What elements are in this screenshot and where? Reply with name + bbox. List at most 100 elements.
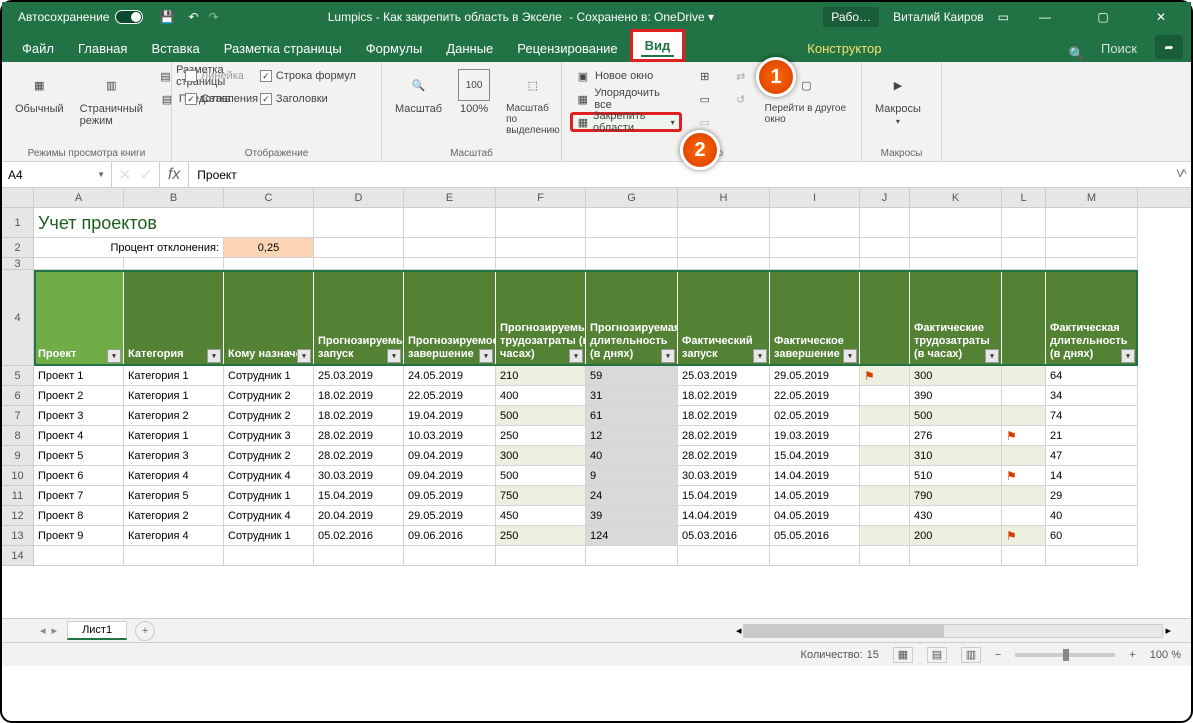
- cancel-icon[interactable]: ✕: [118, 165, 131, 185]
- cell[interactable]: [124, 546, 224, 566]
- cell[interactable]: [1002, 406, 1046, 426]
- cell[interactable]: Проект 2: [34, 386, 124, 406]
- cell[interactable]: 31: [586, 386, 678, 406]
- filter-button[interactable]: ▾: [569, 349, 583, 363]
- cell[interactable]: 400: [496, 386, 586, 406]
- cell[interactable]: 30.03.2019: [314, 466, 404, 486]
- row-header-1[interactable]: 1: [2, 208, 34, 238]
- cell[interactable]: 450: [496, 506, 586, 526]
- cell[interactable]: [678, 258, 770, 270]
- cell[interactable]: 28.02.2019: [678, 426, 770, 446]
- cell[interactable]: 210: [496, 366, 586, 386]
- tab-data[interactable]: Данные: [434, 35, 505, 62]
- cell[interactable]: Проект 5: [34, 446, 124, 466]
- cell[interactable]: 09.05.2019: [404, 486, 496, 506]
- chk-ruler[interactable]: Линейка: [180, 66, 249, 86]
- view-pagebreak[interactable]: ▥Страничный режим: [75, 66, 148, 130]
- cell[interactable]: Проект 3: [34, 406, 124, 426]
- row-header-3[interactable]: 3: [2, 258, 34, 270]
- cell[interactable]: 28.02.2019: [314, 446, 404, 466]
- cell[interactable]: 19.04.2019: [404, 406, 496, 426]
- zoom-100[interactable]: 100100%: [453, 66, 495, 118]
- cell[interactable]: [1002, 208, 1046, 238]
- cell[interactable]: Категория 4: [124, 526, 224, 546]
- tab-constructor[interactable]: Конструктор: [795, 35, 893, 62]
- fx-icon[interactable]: fx: [160, 162, 189, 187]
- cell[interactable]: 14.04.2019: [770, 466, 860, 486]
- new-window[interactable]: ▣Новое окно: [570, 66, 682, 86]
- cell[interactable]: [404, 238, 496, 258]
- hscroll-left[interactable]: ◂: [736, 624, 742, 637]
- cell[interactable]: Сотрудник 1: [224, 486, 314, 506]
- cell[interactable]: 29.05.2019: [770, 366, 860, 386]
- cell[interactable]: 09.04.2019: [404, 446, 496, 466]
- cell[interactable]: 40: [1046, 506, 1138, 526]
- cell[interactable]: 59: [586, 366, 678, 386]
- cell[interactable]: [910, 258, 1002, 270]
- row-header-5[interactable]: 5: [2, 366, 34, 386]
- autosave-toggle[interactable]: [115, 10, 143, 24]
- view-break-icon[interactable]: ▥: [961, 647, 981, 663]
- cell[interactable]: [860, 506, 910, 526]
- col-header-A[interactable]: A: [34, 188, 124, 207]
- table-header[interactable]: [860, 270, 910, 366]
- cell[interactable]: [314, 546, 404, 566]
- cell[interactable]: Сотрудник 4: [224, 506, 314, 526]
- col-header-B[interactable]: B: [124, 188, 224, 207]
- hscroll-thumb[interactable]: [744, 625, 944, 637]
- cell[interactable]: [860, 446, 910, 466]
- table-header[interactable]: Фактическое завершение▾: [770, 270, 860, 366]
- cell[interactable]: [224, 208, 314, 238]
- cell[interactable]: 74: [1046, 406, 1138, 426]
- cell[interactable]: [314, 238, 404, 258]
- formula-input[interactable]: Проект: [189, 162, 1169, 187]
- hscroll-track[interactable]: [743, 624, 1163, 638]
- row-header-6[interactable]: 6: [2, 386, 34, 406]
- minimize-button[interactable]: —: [1023, 2, 1067, 32]
- select-all-corner[interactable]: [2, 188, 34, 207]
- share-button[interactable]: ➦: [1155, 35, 1183, 59]
- cell[interactable]: Сотрудник 2: [224, 386, 314, 406]
- table-header[interactable]: Проект▾: [34, 270, 124, 366]
- cell[interactable]: 29: [1046, 486, 1138, 506]
- cell[interactable]: Сотрудник 2: [224, 406, 314, 426]
- cell[interactable]: [586, 258, 678, 270]
- cell[interactable]: 04.05.2019: [770, 506, 860, 526]
- cell[interactable]: 124: [586, 526, 678, 546]
- col-header-L[interactable]: L: [1002, 188, 1046, 207]
- row-header-4[interactable]: 4: [2, 270, 34, 366]
- cell[interactable]: 05.03.2016: [678, 526, 770, 546]
- cell[interactable]: 500: [496, 406, 586, 426]
- search-box[interactable]: Поиск: [1089, 35, 1149, 62]
- cell[interactable]: [404, 258, 496, 270]
- collapse-ribbon-icon[interactable]: ˄: [1181, 167, 1187, 178]
- cell[interactable]: [1002, 258, 1046, 270]
- cell[interactable]: [1002, 446, 1046, 466]
- chk-gridlines[interactable]: ✓Сетка: [180, 89, 249, 109]
- undo-icon[interactable]: ↶: [188, 10, 198, 24]
- cell[interactable]: [770, 208, 860, 238]
- cell[interactable]: [496, 208, 586, 238]
- cell[interactable]: ⚑: [1002, 526, 1046, 546]
- cell[interactable]: 05.02.2016: [314, 526, 404, 546]
- cell[interactable]: Категория 1: [124, 366, 224, 386]
- cell[interactable]: [1002, 506, 1046, 526]
- hscroll-right[interactable]: ▸: [1165, 624, 1171, 637]
- cell[interactable]: [910, 208, 1002, 238]
- tab-review[interactable]: Рецензирование: [505, 35, 629, 62]
- cell[interactable]: Проект 7: [34, 486, 124, 506]
- cell[interactable]: 09.06.2016: [404, 526, 496, 546]
- cell[interactable]: 30.03.2019: [678, 466, 770, 486]
- cell[interactable]: Учет проектов: [34, 208, 224, 238]
- cell[interactable]: [770, 238, 860, 258]
- cell[interactable]: 390: [910, 386, 1002, 406]
- cell[interactable]: 310: [910, 446, 1002, 466]
- filter-button[interactable]: ▾: [1121, 349, 1135, 363]
- tab-formulas[interactable]: Формулы: [354, 35, 435, 62]
- cell[interactable]: [860, 386, 910, 406]
- cell[interactable]: [860, 426, 910, 446]
- cell[interactable]: 02.05.2019: [770, 406, 860, 426]
- filter-button[interactable]: ▾: [107, 349, 121, 363]
- cell[interactable]: [1046, 258, 1138, 270]
- zoom-selection[interactable]: ⬚Масштаб по выделению: [501, 66, 565, 139]
